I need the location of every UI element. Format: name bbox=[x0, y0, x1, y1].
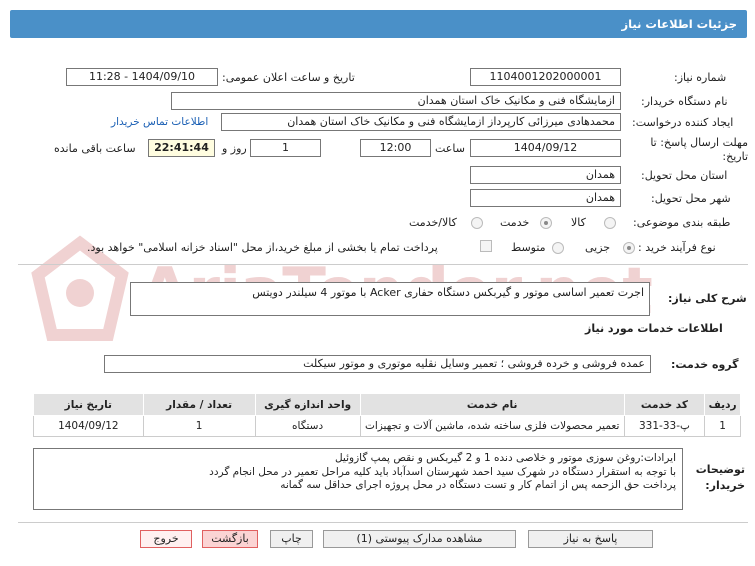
need-number-field: 1104001202000001 bbox=[470, 68, 621, 86]
service-group-label: گروه خدمت: bbox=[671, 358, 739, 371]
treasury-note: پرداخت تمام یا بخشی از مبلغ خرید،از محل … bbox=[87, 241, 438, 254]
cell-row-number: 1 bbox=[704, 415, 741, 437]
reply-button[interactable]: پاسخ به نیاز bbox=[528, 530, 653, 548]
print-button[interactable]: چاپ bbox=[270, 530, 313, 548]
description-label: شرح کلی نیاز: bbox=[668, 292, 747, 305]
buyer-notes-line-2: با توجه به استقرار دستگاه در شهرک سید اح… bbox=[209, 465, 676, 478]
process-radio-minor[interactable] bbox=[623, 242, 635, 254]
category-option-goods-service: کالا/خدمت bbox=[409, 216, 457, 229]
page-title: جزئیات اطلاعات نیاز bbox=[621, 17, 737, 31]
buyer-org-label: نام دستگاه خریدار: bbox=[641, 95, 728, 108]
buyer-notes-label: توضیحات خریدار: bbox=[695, 463, 745, 492]
cell-need-date: 1404/09/12 bbox=[33, 415, 144, 437]
process-option-minor: جزیی bbox=[585, 241, 611, 254]
col-row-number: ردیف bbox=[704, 393, 741, 416]
requester-label: ایجاد کننده درخواست: bbox=[632, 116, 734, 129]
delivery-province-label: استان محل تحویل: bbox=[641, 169, 728, 182]
category-label: طبقه بندی موضوعی: bbox=[633, 216, 731, 229]
buyer-notes-field: ایرادات:روغن سوزی موتور و خلاصی دنده 1 و… bbox=[33, 448, 683, 510]
divider-top bbox=[18, 264, 748, 265]
deadline-time-field: 12:00 bbox=[360, 139, 431, 157]
treasury-checkbox[interactable] bbox=[480, 240, 492, 252]
col-need-date: تاریخ نیاز bbox=[33, 393, 144, 416]
buyer-org-field: ازمایشگاه فنی و مکانیک خاک استان همدان bbox=[171, 92, 621, 110]
remaining-time-label: ساعت باقی مانده bbox=[54, 142, 136, 155]
deadline-label: مهلت ارسال پاسخ: تا تاریخ: bbox=[650, 136, 748, 163]
process-option-medium: متوسط bbox=[511, 241, 546, 254]
back-button[interactable]: بازگشت bbox=[202, 530, 258, 548]
col-service-code: کد خدمت bbox=[623, 393, 706, 416]
col-quantity: تعداد / مقدار bbox=[142, 393, 256, 416]
announce-datetime-label: تاریخ و ساعت اعلان عمومی: bbox=[222, 71, 355, 84]
cell-unit: دستگاه bbox=[254, 415, 361, 437]
delivery-city-field: همدان bbox=[470, 189, 621, 207]
header-band: جزئیات اطلاعات نیاز bbox=[10, 10, 747, 38]
category-option-goods: کالا bbox=[571, 216, 586, 229]
category-radio-goods[interactable] bbox=[604, 217, 616, 229]
services-section-title: اطلاعات خدمات مورد نیاز bbox=[585, 322, 723, 335]
deadline-time-label: ساعت bbox=[435, 142, 465, 155]
requester-field: محمدهادی میرزائی کارپرداز ازمایشگاه فنی … bbox=[221, 113, 621, 131]
buyer-notes-line-1: ایرادات:روغن سوزی موتور و خلاصی دنده 1 و… bbox=[334, 452, 676, 464]
contact-buyer-link[interactable]: اطلاعات تماس خریدار bbox=[111, 116, 208, 128]
delivery-city-label: شهر محل تحویل: bbox=[651, 192, 731, 205]
category-radio-goods-service[interactable] bbox=[471, 217, 483, 229]
process-radio-medium[interactable] bbox=[552, 242, 564, 254]
divider-bottom bbox=[18, 522, 748, 523]
col-service-name: نام خدمت bbox=[359, 393, 625, 416]
attachments-button[interactable]: مشاهده مدارک پیوستی (1) bbox=[323, 530, 516, 548]
cell-service-code: پ-33-331 bbox=[623, 415, 706, 437]
announce-datetime-field: 1404/09/10 - 11:28 bbox=[66, 68, 218, 86]
deadline-days-label: روز و bbox=[222, 142, 247, 155]
delivery-province-field: همدان bbox=[470, 166, 621, 184]
process-type-label: نوع فرآیند خرید : bbox=[638, 241, 716, 254]
header: جزئیات اطلاعات نیاز bbox=[0, 0, 755, 48]
category-radio-service[interactable] bbox=[540, 217, 552, 229]
description-field: اجرت تعمیر اساسی موتور و گیربکس دستگاه ح… bbox=[130, 282, 650, 316]
table-header-row: ردیف کد خدمت نام خدمت واحد اندازه گیری ت… bbox=[33, 393, 741, 416]
services-table: ردیف کد خدمت نام خدمت واحد اندازه گیری ت… bbox=[33, 393, 741, 437]
table-row: 1 پ-33-331 تعمیر محصولات فلزی ساخته شده،… bbox=[33, 415, 741, 437]
remaining-time-field: 22:41:44 bbox=[148, 139, 215, 157]
need-number-label: شماره نیاز: bbox=[674, 71, 727, 84]
deadline-date-field: 1404/09/12 bbox=[470, 139, 621, 157]
cell-service-name: تعمیر محصولات فلزی ساخته شده، ماشین آلات… bbox=[359, 415, 625, 437]
category-option-service: خدمت bbox=[500, 216, 530, 229]
col-unit: واحد اندازه گیری bbox=[254, 393, 361, 416]
service-group-field: عمده فروشی و خرده فروشی ؛ تعمیر وسایل نق… bbox=[104, 355, 651, 373]
buyer-notes-line-3: پرداخت حق الزحمه پس از اتمام کار و تست د… bbox=[280, 479, 676, 491]
deadline-days-field: 1 bbox=[250, 139, 321, 157]
cell-quantity: 1 bbox=[142, 415, 256, 437]
exit-button[interactable]: خروج bbox=[140, 530, 192, 548]
